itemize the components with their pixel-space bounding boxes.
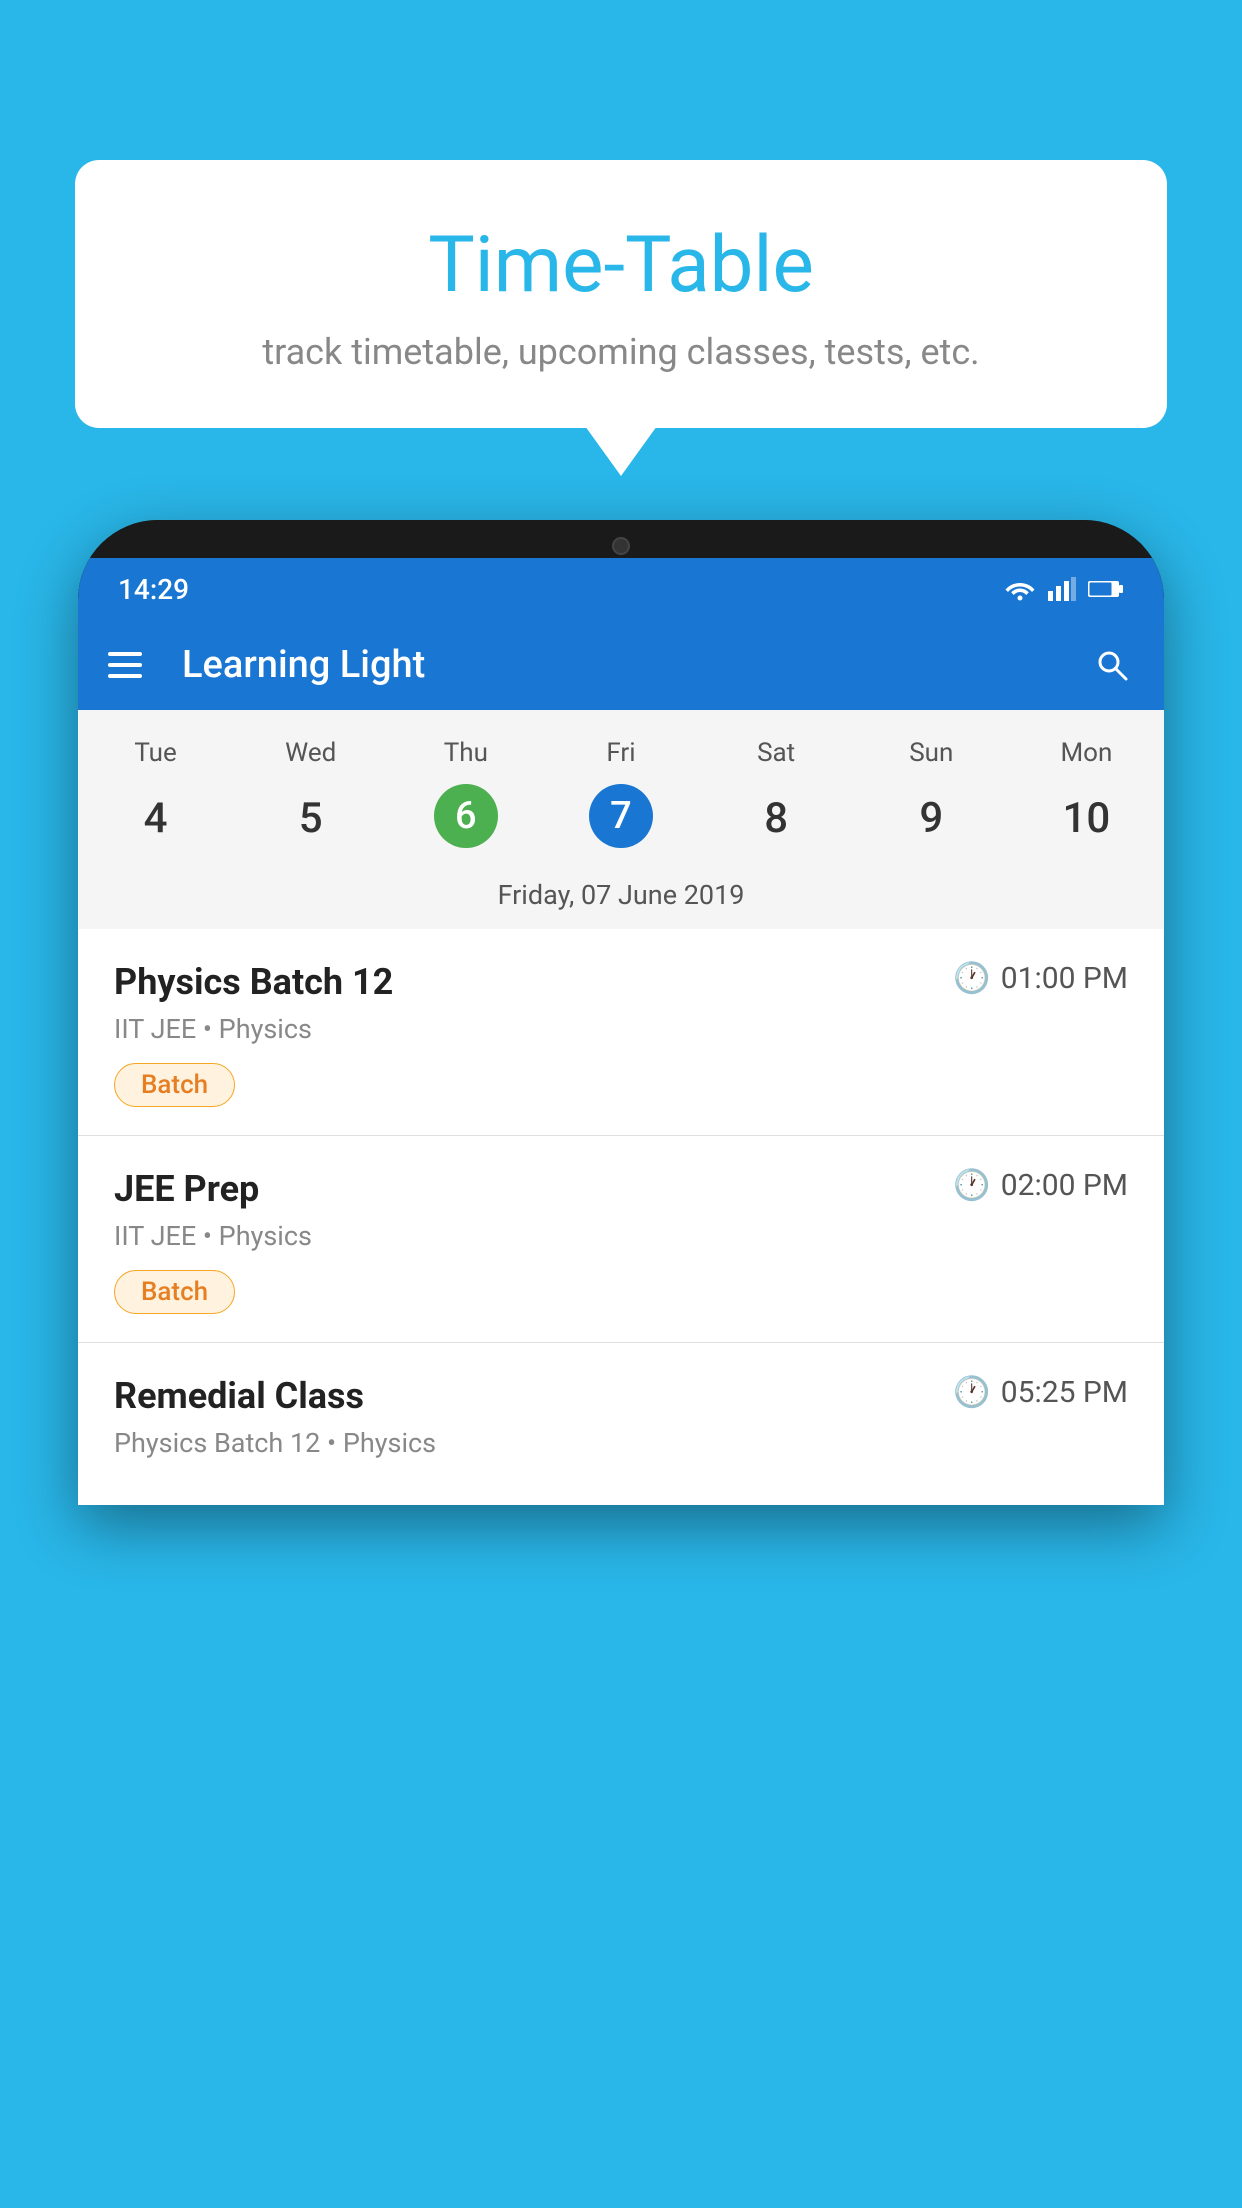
hamburger-menu-icon[interactable] — [108, 652, 142, 678]
schedule-item-3-subtitle: Physics Batch 12 • Physics — [114, 1427, 1128, 1459]
day-headers: Tue Wed Thu Fri Sat Sun Mon — [78, 730, 1164, 776]
phone-mockup: 14:29 — [78, 520, 1164, 2208]
wifi-icon — [1004, 577, 1036, 601]
schedule-item-2-subtitle: IIT JEE • Physics — [114, 1220, 1128, 1252]
day-numbers: 4 5 6 7 8 9 10 — [78, 784, 1164, 853]
status-bar: 14:29 — [78, 558, 1164, 620]
schedule-item-2-time-text: 02:00 PM — [1001, 1168, 1128, 1203]
signal-icon — [1048, 577, 1076, 601]
schedule-list: Physics Batch 12 🕐 01:00 PM IIT JEE • Ph… — [78, 929, 1164, 1505]
schedule-item-2-header: JEE Prep 🕐 02:00 PM — [114, 1168, 1128, 1210]
schedule-item-1-time-text: 01:00 PM — [1001, 961, 1128, 996]
selected-date-label: Friday, 07 June 2019 — [78, 869, 1164, 929]
schedule-item-2-badge: Batch — [114, 1270, 235, 1314]
bubble-title: Time-Table — [125, 220, 1117, 311]
clock-icon-3: 🕐 — [953, 1375, 990, 1410]
day-6-today[interactable]: 6 — [434, 784, 498, 848]
day-9[interactable]: 9 — [854, 784, 1009, 853]
schedule-item-2-title: JEE Prep — [114, 1168, 259, 1210]
status-icons — [1004, 577, 1124, 601]
schedule-item-3-header: Remedial Class 🕐 05:25 PM — [114, 1375, 1128, 1417]
calendar-strip: Tue Wed Thu Fri Sat Sun Mon 4 5 6 7 8 9 … — [78, 710, 1164, 929]
schedule-item-1-title: Physics Batch 12 — [114, 961, 393, 1003]
day-header-sun: Sun — [854, 730, 1009, 776]
clock-icon-1: 🕐 — [953, 961, 990, 996]
day-10[interactable]: 10 — [1009, 784, 1164, 853]
schedule-item-2-time: 🕐 02:00 PM — [953, 1168, 1128, 1203]
day-4[interactable]: 4 — [78, 784, 233, 853]
day-5[interactable]: 5 — [233, 784, 388, 853]
app-title: Learning Light — [182, 643, 1060, 687]
day-header-tue: Tue — [78, 730, 233, 776]
app-header: Learning Light — [78, 620, 1164, 710]
schedule-item-2[interactable]: JEE Prep 🕐 02:00 PM IIT JEE • Physics Ba… — [78, 1136, 1164, 1343]
schedule-item-3-time: 🕐 05:25 PM — [953, 1375, 1128, 1410]
clock-icon-2: 🕐 — [953, 1168, 990, 1203]
schedule-item-1-subtitle: IIT JEE • Physics — [114, 1013, 1128, 1045]
day-header-thu: Thu — [388, 730, 543, 776]
day-header-sat: Sat — [699, 730, 854, 776]
day-7-selected[interactable]: 7 — [589, 784, 653, 848]
phone-top: 14:29 — [78, 520, 1164, 620]
day-header-wed: Wed — [233, 730, 388, 776]
search-button[interactable] — [1090, 643, 1134, 687]
schedule-item-3[interactable]: Remedial Class 🕐 05:25 PM Physics Batch … — [78, 1343, 1164, 1505]
schedule-item-1-badge: Batch — [114, 1063, 235, 1107]
speech-bubble: Time-Table track timetable, upcoming cla… — [75, 160, 1167, 428]
phone-frame: 14:29 — [78, 520, 1164, 1505]
day-header-fri: Fri — [543, 730, 698, 776]
day-header-mon: Mon — [1009, 730, 1164, 776]
day-8[interactable]: 8 — [699, 784, 854, 853]
schedule-item-3-time-text: 05:25 PM — [1001, 1375, 1128, 1410]
battery-icon — [1088, 579, 1124, 599]
bubble-subtitle: track timetable, upcoming classes, tests… — [125, 331, 1117, 373]
schedule-item-1[interactable]: Physics Batch 12 🕐 01:00 PM IIT JEE • Ph… — [78, 929, 1164, 1136]
schedule-item-3-title: Remedial Class — [114, 1375, 364, 1417]
speech-bubble-container: Time-Table track timetable, upcoming cla… — [75, 160, 1167, 428]
status-time: 14:29 — [118, 573, 189, 606]
schedule-item-1-time: 🕐 01:00 PM — [953, 961, 1128, 996]
schedule-item-1-header: Physics Batch 12 🕐 01:00 PM — [114, 961, 1128, 1003]
camera-dot — [612, 537, 630, 555]
